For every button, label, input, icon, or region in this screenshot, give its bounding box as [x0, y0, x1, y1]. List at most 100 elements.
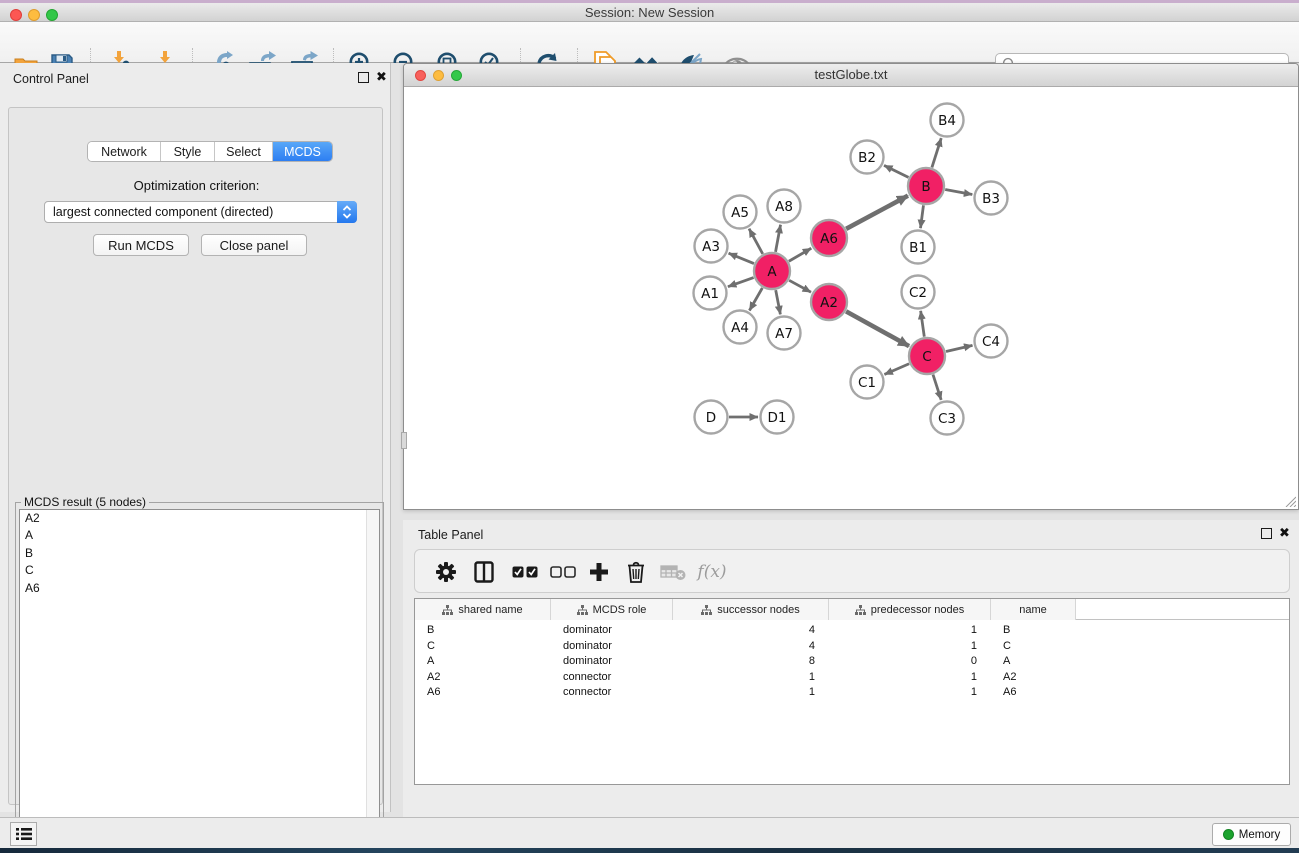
graph-node-B[interactable]: B [908, 168, 944, 204]
result-item[interactable]: A2 [20, 510, 379, 527]
graph-node-B4[interactable]: B4 [931, 104, 964, 137]
graph-node-label: A2 [820, 295, 838, 311]
tab-select[interactable]: Select [215, 142, 273, 161]
table-cell: dominator [551, 639, 673, 655]
table-row[interactable]: A2connector11A2 [415, 670, 1076, 686]
delete-column-button[interactable] [622, 558, 650, 586]
graph-node-C4[interactable]: C4 [975, 325, 1008, 358]
tab-mcds[interactable]: MCDS [273, 142, 332, 161]
table-row[interactable]: Adominator80A [415, 654, 1076, 670]
graph-node-A3[interactable]: A3 [695, 230, 728, 263]
close-panel-icon[interactable]: ✖ [376, 69, 387, 84]
graph-edge-A-A7[interactable] [776, 290, 781, 314]
column-header-predecessor-nodes[interactable]: predecessor nodes [829, 599, 991, 620]
graph-node-C3[interactable]: C3 [931, 402, 964, 435]
add-column-button[interactable] [585, 558, 613, 586]
graph-edge-A-A3[interactable] [729, 253, 754, 263]
graph-edge-B-B1[interactable] [920, 205, 923, 228]
close-panel-button[interactable]: Close panel [201, 234, 307, 256]
window-left-resize-grip[interactable] [401, 432, 407, 449]
memory-label: Memory [1239, 829, 1281, 841]
close-panel-icon[interactable]: ✖ [1279, 525, 1290, 540]
graph-edge-A2-C[interactable] [846, 311, 909, 346]
mcds-result-list[interactable]: A2ABCA6 [19, 509, 380, 840]
graph-edge-A-A1[interactable] [728, 278, 754, 287]
graph-node-A7[interactable]: A7 [768, 317, 801, 350]
zoom-network-button[interactable] [451, 70, 462, 81]
table-cell: 1 [673, 685, 829, 701]
workspace: Control Panel ✖ NetworkStyleSelectMCDS O… [0, 63, 1299, 817]
network-canvas[interactable]: A A1 A2 A3 A4 A5 A6 A7 A8 B B1 B2 B3 B4 C C1 C2 C3 C4 D D1 [404, 87, 1298, 509]
graph-edge-C-C1[interactable] [884, 364, 909, 375]
graph-edge-C-C4[interactable] [946, 345, 973, 351]
criterion-dropdown[interactable]: largest connected component (directed) [44, 201, 357, 223]
table-row[interactable]: A6connector11A6 [415, 685, 1076, 701]
deselect-all-button[interactable] [549, 558, 577, 586]
graph-edge-A-A6[interactable] [789, 248, 811, 261]
graph-node-A4[interactable]: A4 [724, 311, 757, 344]
run-mcds-button[interactable]: Run MCDS [93, 234, 189, 256]
graph-edge-B-B2[interactable] [884, 165, 908, 177]
graph-node-A6[interactable]: A6 [811, 220, 847, 256]
graph-edge-A6-B[interactable] [846, 196, 908, 229]
graph-node-B2[interactable]: B2 [851, 141, 884, 174]
minimize-window-button[interactable] [28, 9, 40, 21]
zoom-window-button[interactable] [46, 9, 58, 21]
delete-table-button[interactable] [659, 558, 687, 586]
column-header-shared-name[interactable]: shared name [415, 599, 551, 620]
table-settings-button[interactable] [432, 558, 460, 586]
graph-edge-A-A8[interactable] [776, 225, 781, 252]
result-item[interactable]: B [20, 545, 379, 562]
graph-node-C1[interactable]: C1 [851, 366, 884, 399]
control-panel-tabs: NetworkStyleSelectMCDS [87, 141, 333, 162]
graph-node-A1[interactable]: A1 [694, 277, 727, 310]
tab-network[interactable]: Network [88, 142, 161, 161]
columns-icon [474, 561, 494, 583]
graph-node-A[interactable]: A [754, 253, 790, 289]
function-builder-button[interactable]: f(x) [698, 558, 726, 586]
graph-node-D[interactable]: D [695, 401, 728, 434]
memory-button[interactable]: Memory [1212, 823, 1291, 846]
table-row[interactable]: Bdominator41B [415, 623, 1076, 639]
table-row[interactable]: Cdominator41C [415, 639, 1076, 655]
column-header-label: MCDS role [593, 604, 647, 616]
graph-edge-B-B4[interactable] [932, 138, 941, 167]
minimize-network-button[interactable] [433, 70, 444, 81]
node-table: shared name MCDS role successor nodesprede… [414, 598, 1290, 785]
graph-edge-C-C2[interactable] [921, 311, 925, 337]
result-item[interactable]: A [20, 527, 379, 544]
graph-edge-A-A2[interactable] [789, 280, 811, 292]
float-panel-icon[interactable] [358, 72, 369, 83]
mcds-result-group: MCDS result (5 nodes) A2ABCA6 [15, 502, 384, 844]
select-all-button[interactable] [511, 558, 539, 586]
graph-node-C[interactable]: C [909, 338, 945, 374]
result-scrollbar[interactable] [366, 510, 379, 839]
column-header-successor-nodes[interactable]: successor nodes [673, 599, 829, 620]
graph-node-B3[interactable]: B3 [975, 182, 1008, 215]
column-header-MCDS-role[interactable]: MCDS role [551, 599, 673, 620]
result-item[interactable]: A6 [20, 580, 379, 597]
table-cell: 4 [673, 623, 829, 639]
task-history-button[interactable] [10, 822, 37, 846]
close-network-button[interactable] [415, 70, 426, 81]
table-cell: B [415, 623, 551, 639]
window-resize-grip[interactable] [1284, 495, 1296, 507]
graph-edge-A-A4[interactable] [749, 288, 762, 311]
graph-edge-C-C3[interactable] [933, 375, 941, 400]
graph-edge-B-B3[interactable] [945, 190, 972, 195]
close-window-button[interactable] [10, 9, 22, 21]
float-panel-icon[interactable] [1261, 528, 1272, 539]
graph-node-C2[interactable]: C2 [902, 276, 935, 309]
graph-edge-A-A5[interactable] [749, 229, 763, 254]
graph-node-A8[interactable]: A8 [768, 190, 801, 223]
unchecked-boxes-icon [550, 566, 576, 578]
show-columns-button[interactable] [470, 558, 498, 586]
gear-icon [435, 561, 457, 583]
tab-style[interactable]: Style [161, 142, 215, 161]
result-item[interactable]: C [20, 562, 379, 579]
graph-node-A2[interactable]: A2 [811, 284, 847, 320]
graph-node-A5[interactable]: A5 [724, 196, 757, 229]
graph-node-B1[interactable]: B1 [902, 231, 935, 264]
graph-node-D1[interactable]: D1 [761, 401, 794, 434]
column-header-name[interactable]: name [991, 599, 1076, 620]
